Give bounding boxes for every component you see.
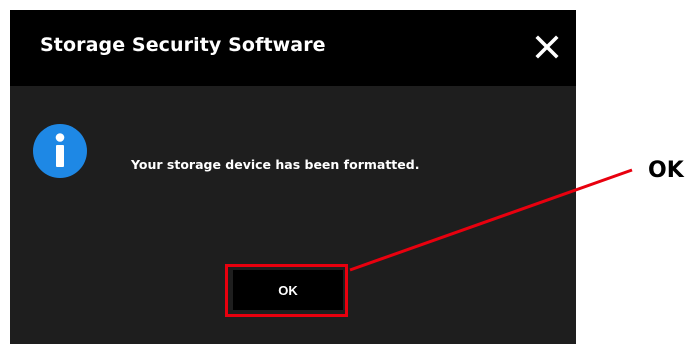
dialog-titlebar: Storage Security Software bbox=[10, 10, 576, 86]
dialog-message: Your storage device has been formatted. bbox=[131, 157, 420, 172]
dialog-title: Storage Security Software bbox=[40, 34, 326, 56]
close-icon[interactable] bbox=[532, 32, 562, 62]
info-icon bbox=[32, 123, 88, 179]
callout-label: OK bbox=[648, 158, 684, 183]
screenshot-stage: Storage Security Software Your storage d… bbox=[0, 0, 695, 344]
close-button[interactable] bbox=[532, 32, 562, 62]
ok-button[interactable]: OK bbox=[233, 270, 343, 310]
